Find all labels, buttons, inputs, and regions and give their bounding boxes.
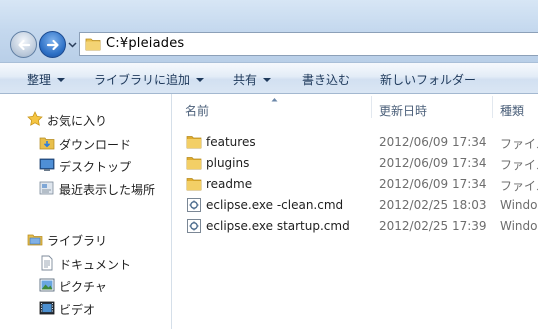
folder-icon: [186, 157, 202, 170]
address-path: C:¥pleiades: [106, 36, 185, 51]
file-type: ファイル: [500, 158, 538, 172]
file-type: Window: [500, 219, 538, 233]
column-type-label: 種類: [500, 104, 525, 118]
file-name: features: [206, 135, 256, 149]
dropdown-arrow-icon: [57, 78, 66, 82]
file-type: Window: [500, 198, 538, 212]
file-date: 2012/02/25 18:03: [379, 198, 487, 212]
burn-button[interactable]: 書き込む: [302, 71, 350, 88]
file-date: 2012/06/09 17:34: [379, 177, 487, 191]
desktop-label: デスクトップ: [59, 160, 132, 174]
file-name: eclipse.exe startup.cmd: [206, 219, 350, 233]
navigation-pane: お気に入り ダウンロード デスクトップ 最近表示した場所 ライブラリ ドキュメン…: [0, 94, 172, 329]
desktop-icon: [39, 158, 55, 171]
window-header: C:¥pleiades: [0, 0, 538, 62]
dropdown-arrow-icon: [263, 78, 272, 82]
file-row[interactable]: plugins 2012/06/09 17:34 ファイル: [173, 153, 538, 173]
add-to-library-button[interactable]: ライブラリに追加: [94, 71, 205, 88]
file-name: readme: [206, 177, 253, 191]
file-row[interactable]: features 2012/06/09 17:34 ファイル: [173, 132, 538, 152]
recent-places-label: 最近表示した場所: [59, 183, 156, 197]
file-date: 2012/06/09 17:34: [379, 156, 487, 170]
file-row[interactable]: readme 2012/06/09 17:34 ファイル: [173, 174, 538, 194]
pictures-label: ピクチャ: [59, 280, 107, 294]
forward-button[interactable]: [39, 31, 66, 58]
column-header-name[interactable]: 名前: [173, 94, 369, 119]
organize-menu-button[interactable]: 整理: [27, 71, 66, 88]
downloads-label: ダウンロード: [59, 138, 132, 152]
pictures-icon: [39, 278, 55, 292]
file-name: plugins: [206, 156, 250, 170]
folder-icon: [85, 38, 101, 51]
add-to-library-label: ライブラリに追加: [94, 73, 191, 87]
cmd-file-icon: [187, 198, 201, 212]
cmd-file-icon: [187, 219, 201, 233]
dropdown-arrow-icon: [196, 78, 205, 82]
file-date: 2012/02/25 17:39: [379, 219, 487, 233]
documents-label: ドキュメント: [59, 258, 132, 272]
column-header-type[interactable]: 種類: [493, 94, 538, 119]
new-folder-button[interactable]: 新しいフォルダー: [380, 71, 476, 88]
libraries-label: ライブラリ: [47, 234, 108, 248]
favorites-label: お気に入り: [47, 114, 108, 128]
file-name: eclipse.exe -clean.cmd: [206, 198, 344, 212]
share-button[interactable]: 共有: [233, 71, 272, 88]
file-type: ファイル: [500, 137, 538, 151]
star-icon: [27, 111, 43, 126]
column-header-date[interactable]: 更新日時: [372, 94, 492, 119]
folder-icon: [186, 178, 202, 191]
recent-pages-dropdown-icon[interactable]: [68, 40, 77, 49]
file-row[interactable]: eclipse.exe startup.cmd 2012/02/25 17:39…: [173, 216, 538, 236]
recent-places-icon: [39, 181, 54, 195]
forward-arrow-icon: [46, 39, 59, 51]
command-bar: 整理 ライブラリに追加 共有 書き込む 新しいフォルダー: [0, 62, 538, 94]
videos-icon: [39, 301, 55, 315]
column-date-label: 更新日時: [379, 104, 428, 118]
share-label: 共有: [233, 73, 258, 87]
library-icon: [27, 234, 43, 246]
file-list: 名前 更新日時 種類 features 2012/06/09 17:34 ファイ…: [173, 94, 538, 329]
file-date: 2012/06/09 17:34: [379, 135, 487, 149]
address-bar[interactable]: C:¥pleiades: [79, 32, 538, 56]
burn-label: 書き込む: [302, 73, 351, 87]
documents-icon: [41, 255, 53, 271]
back-button[interactable]: [10, 31, 37, 58]
column-name-label: 名前: [185, 104, 210, 118]
organize-label: 整理: [27, 73, 52, 87]
file-type: ファイル: [500, 179, 538, 193]
new-folder-label: 新しいフォルダー: [380, 73, 477, 87]
videos-label: ビデオ: [59, 303, 96, 317]
folder-icon: [186, 136, 202, 149]
file-row[interactable]: eclipse.exe -clean.cmd 2012/02/25 18:03 …: [173, 195, 538, 215]
downloads-folder-icon: [39, 137, 55, 150]
back-arrow-icon: [18, 39, 31, 51]
